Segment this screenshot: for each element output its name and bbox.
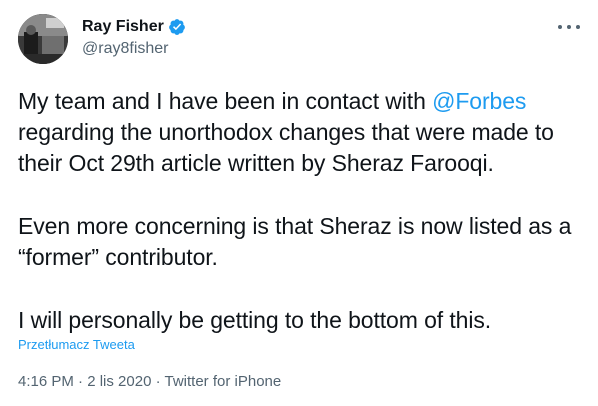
meta-separator: · — [151, 373, 165, 390]
tweet-paragraph-3: I will personally be getting to the bott… — [18, 307, 492, 333]
dot — [576, 25, 580, 29]
tweet-line1-prefix: My team and I have been in contact with — [18, 88, 433, 114]
avatar-image — [18, 14, 68, 64]
tweet-time[interactable]: 4:16 PM — [18, 373, 74, 390]
tweet-paragraph-1: My team and I have been in contact with … — [18, 86, 588, 179]
translate-tweet-link[interactable]: Przetłumacz Tweeta — [18, 337, 135, 352]
tweet-meta: 4:16 PM · 2 lis 2020 · Twitter for iPhon… — [18, 373, 281, 390]
meta-separator: · — [73, 373, 88, 390]
author-name[interactable]: Ray Fisher — [82, 18, 164, 36]
more-options-icon[interactable] — [558, 20, 580, 34]
tweet-source[interactable]: Twitter for iPhone — [165, 373, 282, 390]
verified-badge-icon — [168, 18, 186, 36]
author-handle[interactable]: @ray8fisher — [82, 40, 186, 58]
avatar[interactable] — [18, 14, 68, 64]
tweet-paragraph-2: Even more concerning is that Sheraz is n… — [18, 213, 572, 270]
tweet-date[interactable]: 2 lis 2020 — [87, 373, 151, 390]
tweet-line1-rest: regarding the unorthodox changes that we… — [18, 119, 554, 176]
tweet-card: Ray Fisher @ray8fisher My team and I hav… — [0, 0, 598, 406]
mention-link[interactable]: @Forbes — [432, 88, 526, 114]
dot — [558, 25, 562, 29]
dot — [567, 25, 571, 29]
tweet-text: My team and I have been in contact with … — [18, 86, 588, 336]
author-name-row: Ray Fisher — [82, 16, 186, 38]
tweet-header: Ray Fisher @ray8fisher — [82, 16, 186, 58]
